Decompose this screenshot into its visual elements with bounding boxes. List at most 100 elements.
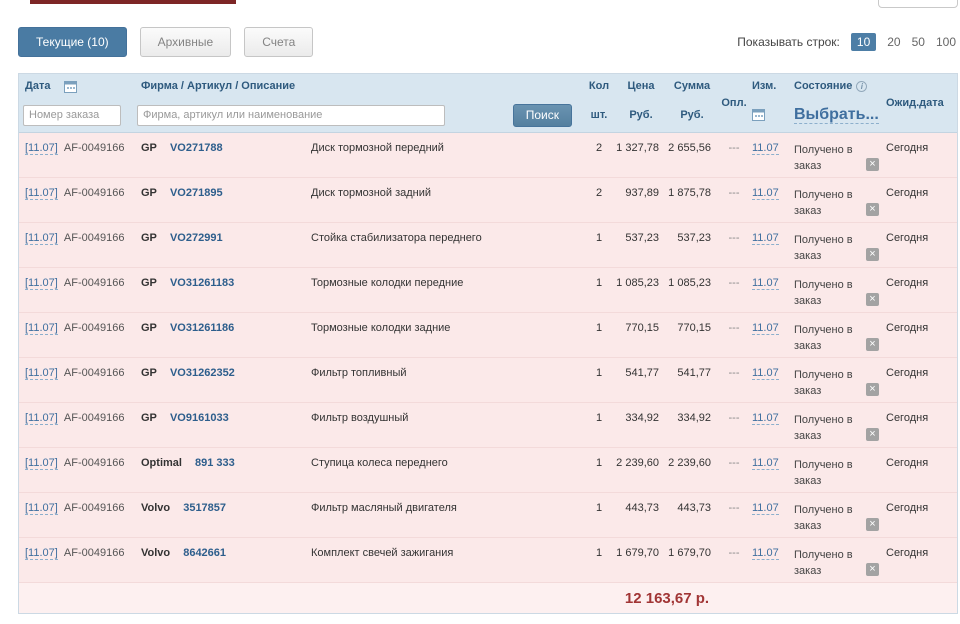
order-date-link[interactable]: [11.07]: [25, 277, 58, 290]
sum-value: 1 679,70: [668, 547, 711, 559]
changed-date-link[interactable]: 11.07: [752, 502, 779, 515]
tab-invoices[interactable]: Счета: [244, 27, 314, 57]
order-date-link[interactable]: [11.07]: [25, 232, 58, 245]
item-cell: GP VO31261183 Тормозные колодки передние: [137, 268, 582, 312]
expected-date: Сегодня: [886, 412, 929, 424]
changed-date-link[interactable]: 11.07: [752, 547, 779, 560]
article-number[interactable]: VO272991: [170, 232, 223, 244]
article-number[interactable]: VO31261183: [170, 277, 234, 289]
cancel-button[interactable]: ×: [866, 338, 879, 351]
order-number: AF-0049166: [63, 277, 125, 289]
expected-date: Сегодня: [886, 457, 929, 469]
table-header: Дата Фирма / Артикул / Описание Кол Цена…: [19, 74, 957, 133]
article-number[interactable]: VO9161033: [170, 412, 229, 424]
brand-name: GP: [141, 322, 157, 334]
order-number-input[interactable]: [23, 104, 121, 126]
cancel-button[interactable]: ×: [866, 203, 879, 216]
col-date-label: Дата: [25, 80, 51, 92]
changed-date-cell: 11.07: [750, 178, 792, 222]
status-text: Получено в заказ: [794, 549, 853, 577]
article-number[interactable]: VO31261186: [170, 322, 234, 334]
changed-date-cell: 11.07: [750, 538, 792, 582]
status-select-link[interactable]: Выбрать...: [794, 106, 879, 124]
cancel-button[interactable]: ×: [866, 383, 879, 396]
tab-archive[interactable]: Архивные: [139, 27, 232, 57]
changed-date-link[interactable]: 11.07: [752, 322, 779, 335]
changed-date-link[interactable]: 11.07: [752, 367, 779, 380]
rows-option-100[interactable]: 100: [936, 35, 956, 49]
article-number[interactable]: VO31262352: [170, 367, 235, 379]
sum-unit-label: Руб.: [680, 109, 704, 121]
order-date-link[interactable]: [11.07]: [25, 187, 58, 200]
order-date-link[interactable]: [11.07]: [25, 322, 58, 335]
expected-date: Сегодня: [886, 142, 929, 154]
rows-option-50[interactable]: 50: [912, 35, 925, 49]
order-row: [11.07] AF-0049166 GP VO31261186 Тормозн…: [19, 313, 957, 358]
changed-date-link[interactable]: 11.07: [752, 142, 779, 155]
cancel-button[interactable]: ×: [866, 293, 879, 306]
quantity-value: 1: [595, 232, 603, 244]
order-date-link[interactable]: [11.07]: [25, 412, 58, 425]
sum-value: 537,23: [677, 232, 711, 244]
order-date-link[interactable]: [11.07]: [25, 367, 58, 380]
calendar-icon[interactable]: [752, 108, 765, 122]
cancel-button[interactable]: ×: [866, 563, 879, 576]
order-row: [11.07] AF-0049166 GP VO31261183 Тормозн…: [19, 268, 957, 313]
order-number: AF-0049166: [63, 547, 125, 559]
item-description: Диск тормозной передний: [311, 142, 444, 154]
item-cell: GP VO31261186 Тормозные колодки задние: [137, 313, 582, 357]
changed-date-link[interactable]: 11.07: [752, 457, 779, 470]
firm-filter-cell: Поиск: [137, 103, 582, 127]
status-cell: Получено в заказ ×: [792, 403, 884, 447]
order-number: AF-0049166: [63, 457, 125, 469]
tab-current[interactable]: Текущие (10): [18, 27, 127, 57]
item-description: Диск тормозной задний: [311, 187, 432, 199]
status-cell: Получено в заказ ×: [792, 133, 884, 177]
calendar-icon[interactable]: [64, 80, 78, 93]
order-date-link[interactable]: [11.07]: [25, 142, 58, 155]
order-date-link[interactable]: [11.07]: [25, 547, 58, 560]
item-description: Тормозные колодки передние: [311, 277, 464, 289]
toolbar: Текущие (10) Архивные Счета Показывать с…: [18, 27, 956, 57]
article-number[interactable]: 891 333: [195, 457, 235, 469]
article-number[interactable]: 3517857: [183, 502, 226, 514]
expected-date: Сегодня: [886, 547, 929, 559]
col-status-label: Состояние i: [792, 80, 884, 92]
order-row: [11.07] AF-0049166 GP VO272991 Стойка ст…: [19, 223, 957, 268]
changed-date-link[interactable]: 11.07: [752, 232, 779, 245]
cancel-button[interactable]: ×: [866, 248, 879, 261]
price-value: 937,89: [625, 187, 659, 199]
sum-value: 1 085,23: [668, 277, 711, 289]
changed-date-link[interactable]: 11.07: [752, 412, 779, 425]
cancel-button[interactable]: ×: [866, 518, 879, 531]
firm-search-input[interactable]: [137, 104, 445, 126]
brand-name: Volvo: [141, 502, 171, 514]
article-number[interactable]: VO271788: [170, 142, 223, 154]
status-cell: Получено в заказ ×: [792, 178, 884, 222]
changed-date-link[interactable]: 11.07: [752, 187, 779, 200]
rows-option-20[interactable]: 20: [887, 35, 900, 49]
rows-option-10[interactable]: 10: [850, 33, 877, 51]
search-button[interactable]: Поиск: [512, 103, 572, 127]
status-cell: Получено в заказ ×: [792, 358, 884, 402]
rows-per-page: Показывать строк: 10 20 50 100: [737, 33, 956, 51]
order-date-link[interactable]: [11.07]: [25, 502, 58, 515]
article-number[interactable]: VO271895: [170, 187, 223, 199]
quantity-value: 1: [595, 412, 603, 424]
order-number: AF-0049166: [63, 502, 125, 514]
changed-date-cell: 11.07: [750, 358, 792, 402]
cancel-button[interactable]: ×: [866, 428, 879, 441]
status-text: Получено в заказ: [794, 504, 853, 532]
cutoff-search-input[interactable]: [878, 0, 958, 8]
info-icon[interactable]: i: [856, 81, 868, 92]
expected-date: Сегодня: [886, 187, 929, 199]
cancel-button[interactable]: ×: [866, 158, 879, 171]
status-cell: Получено в заказ ×: [792, 448, 884, 492]
changed-date-cell: 11.07: [750, 448, 792, 492]
order-date-link[interactable]: [11.07]: [25, 457, 58, 470]
price-value: 537,23: [625, 232, 659, 244]
col-firm-label: Фирма / Артикул / Описание: [141, 80, 296, 92]
changed-date-link[interactable]: 11.07: [752, 277, 779, 290]
status-cell: Получено в заказ ×: [792, 538, 884, 582]
article-number[interactable]: 8642661: [183, 547, 226, 559]
